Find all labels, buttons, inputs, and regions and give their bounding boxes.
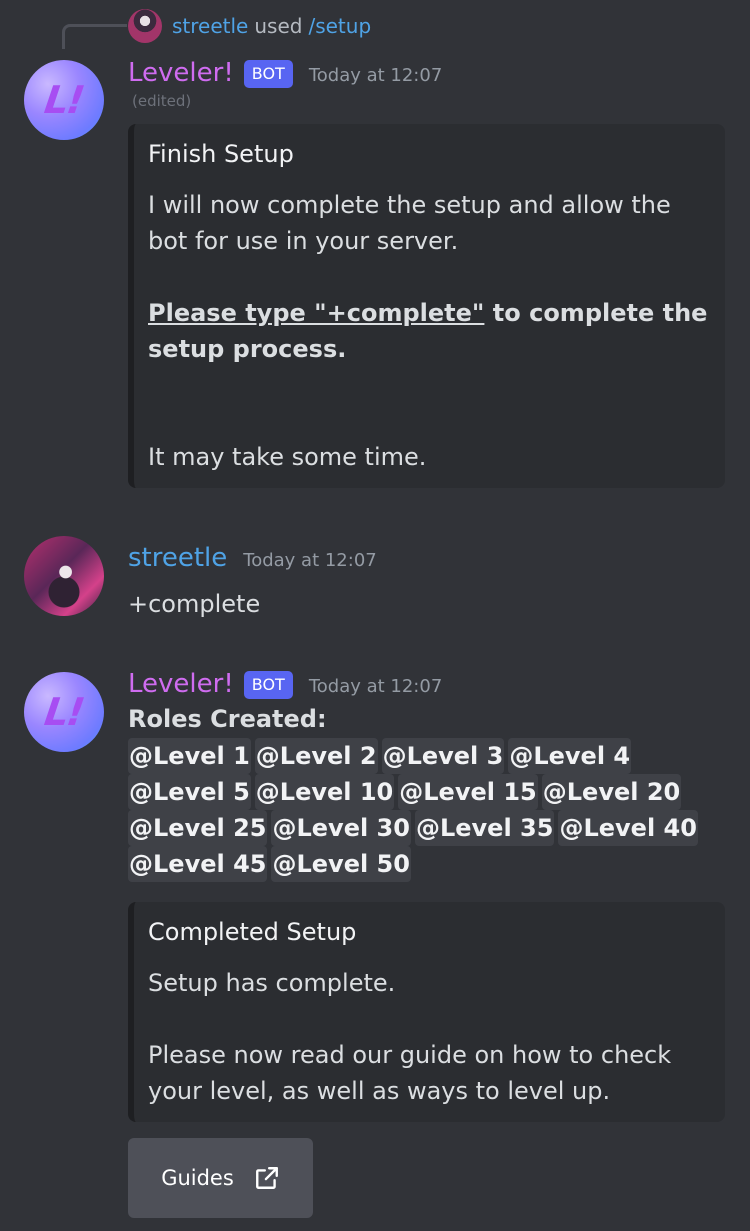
role-mention[interactable]: @Level 3 <box>381 738 505 774</box>
embed-finish-setup: Finish Setup I will now complete the set… <box>128 124 725 488</box>
role-mention[interactable]: @Level 25 <box>128 810 268 846</box>
message-header: streetle Today at 12:07 <box>128 543 377 573</box>
embed-line: Setup has complete. <box>148 969 396 997</box>
role-mention[interactable]: @Level 35 <box>414 810 555 846</box>
role-mentions: @Level 1 @Level 2 @Level 3 @Level 4 @Lev… <box>128 738 728 882</box>
embed-spacer <box>148 1001 671 1037</box>
guides-button-label: Guides <box>161 1166 234 1190</box>
embed-line: your level, as well as ways to level up. <box>148 1077 611 1105</box>
author-name[interactable]: Leveler! <box>128 58 234 88</box>
role-mention[interactable]: @Level 40 <box>558 810 698 846</box>
role-mention[interactable]: @Level 5 <box>128 774 251 810</box>
leveler-logo-icon: L! <box>42 78 86 122</box>
role-mention[interactable]: @Level 20 <box>541 774 682 810</box>
message-content: +complete <box>128 590 261 618</box>
role-mention[interactable]: @Level 15 <box>398 774 538 810</box>
role-mention[interactable]: @Level 1 <box>128 738 251 774</box>
timestamp[interactable]: Today at 12:07 <box>309 65 442 86</box>
embed-bold-line: Please type "+complete" to complete the <box>148 295 707 331</box>
embed-spacer <box>148 367 707 439</box>
timestamp[interactable]: Today at 12:07 <box>243 550 376 571</box>
embed-completed-setup: Completed Setup Setup has complete. Plea… <box>128 902 725 1122</box>
bot-badge: BOT <box>243 60 293 88</box>
role-mention[interactable]: @Level 4 <box>508 738 632 774</box>
role-mention[interactable]: @Level 45 <box>128 846 268 882</box>
external-link-icon <box>254 1165 280 1191</box>
role-mention[interactable]: @Level 2 <box>254 738 378 774</box>
role-mention[interactable]: @Level 50 <box>271 846 411 882</box>
reply-connector-line <box>62 24 127 49</box>
reply-used-label: used <box>254 14 303 38</box>
roles-created-label: Roles Created: <box>128 705 327 733</box>
message-header: Leveler! BOT Today at 12:07 <box>128 669 442 701</box>
bot-avatar[interactable]: L! <box>24 60 104 140</box>
embed-line: bot for use in your server. <box>148 227 459 255</box>
reply-user-avatar[interactable] <box>128 9 162 43</box>
embed-description: Setup has complete. Please now read our … <box>148 965 671 1109</box>
embed-line: I will now complete the setup and allow … <box>148 191 671 219</box>
reply-reference[interactable]: streetle used /setup <box>128 9 371 43</box>
bot-avatar[interactable]: L! <box>24 672 104 752</box>
chat-view: streetle used /setup L! Leveler! BOT Tod… <box>0 0 750 1231</box>
embed-footer-line: It may take some time. <box>148 443 427 471</box>
embed-title: Finish Setup <box>148 140 294 168</box>
timestamp[interactable]: Today at 12:07 <box>309 676 442 697</box>
guides-button[interactable]: Guides <box>128 1138 313 1218</box>
reply-username[interactable]: streetle <box>172 14 248 38</box>
message-header: Leveler! BOT Today at 12:07 <box>128 58 442 90</box>
embed-bold-line: setup process. <box>148 335 347 363</box>
embed-line: Please now read our guide on how to chec… <box>148 1041 672 1069</box>
user-avatar[interactable] <box>24 536 104 616</box>
author-name[interactable]: streetle <box>128 543 227 573</box>
embed-spacer <box>148 259 707 295</box>
reply-command[interactable]: /setup <box>308 14 371 38</box>
role-mention[interactable]: @Level 10 <box>254 774 395 810</box>
leveler-logo-icon: L! <box>42 690 86 734</box>
edited-label: (edited) <box>132 92 192 110</box>
bot-badge: BOT <box>243 671 293 699</box>
embed-underlined-text: Please type "+complete" <box>148 299 485 327</box>
embed-title: Completed Setup <box>148 918 357 946</box>
embed-bold-text: to complete the <box>484 299 708 327</box>
author-name[interactable]: Leveler! <box>128 669 234 699</box>
embed-description: I will now complete the setup and allow … <box>148 187 707 475</box>
role-mention[interactable]: @Level 30 <box>271 810 411 846</box>
